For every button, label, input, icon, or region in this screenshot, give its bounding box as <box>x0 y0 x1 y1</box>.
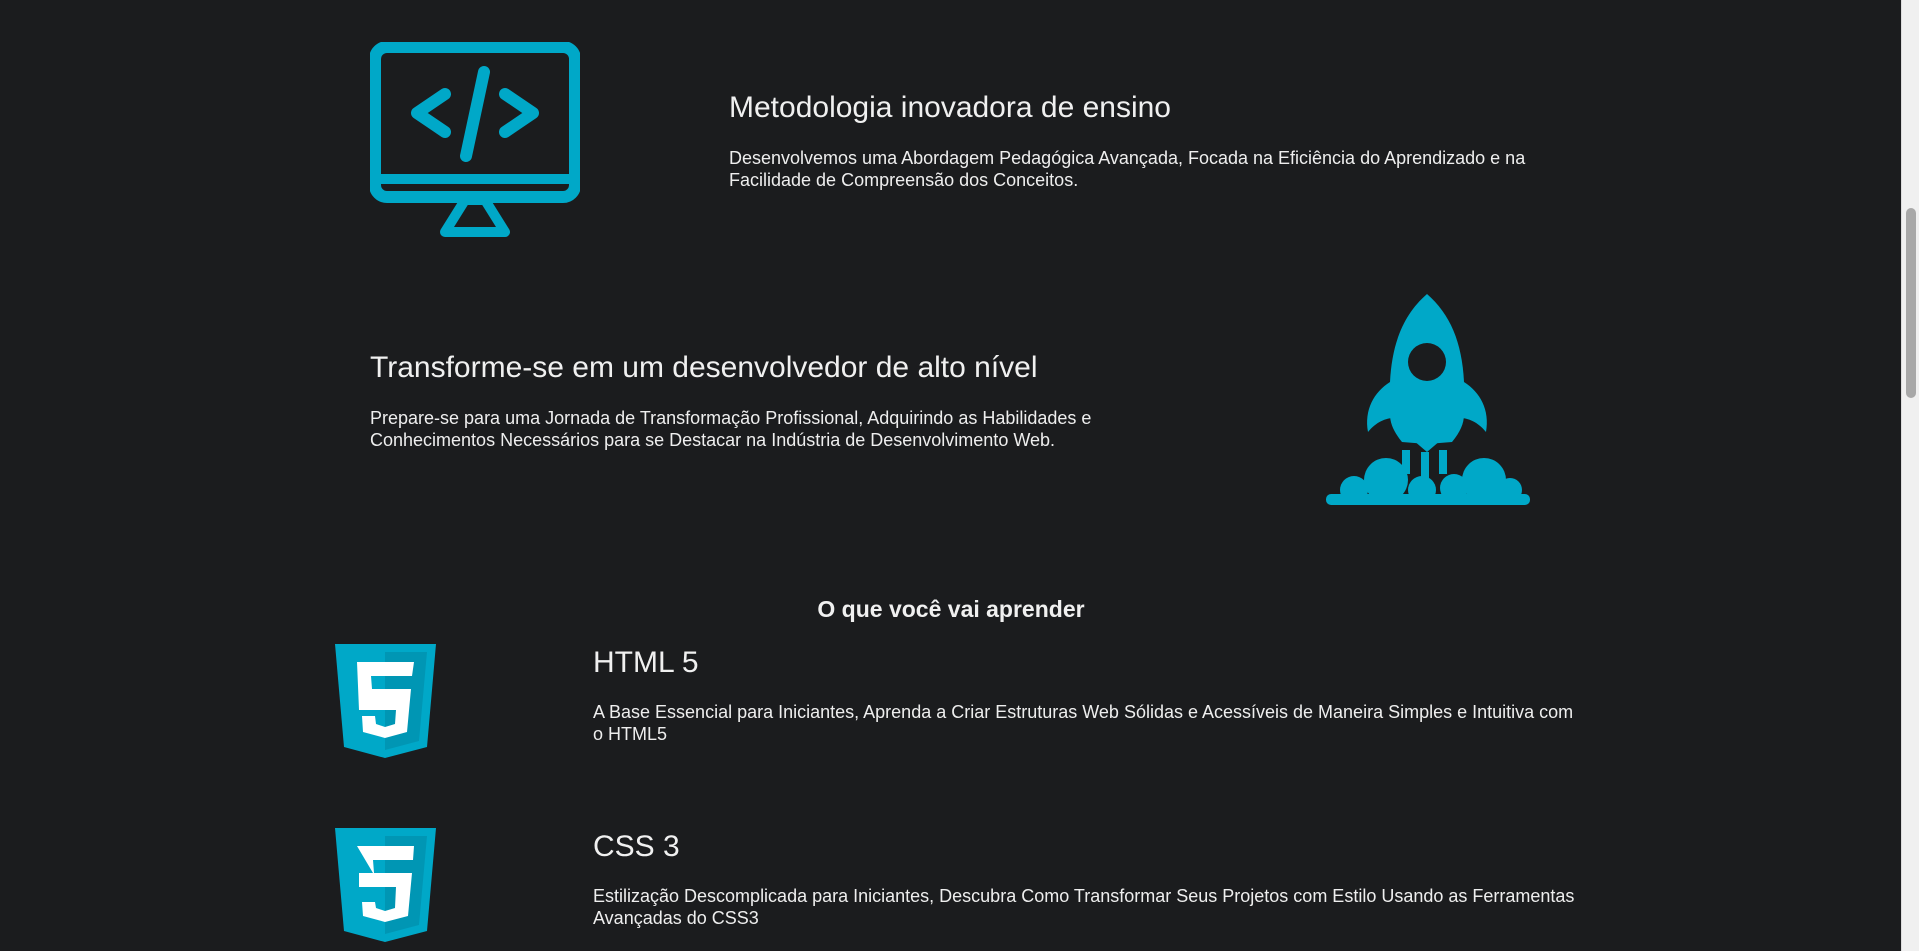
learn-item-description-css3: Estilização Descomplicada para Iniciante… <box>593 886 1575 928</box>
feature-description-methodology: Desenvolvemos uma Abordagem Pedagógica A… <box>729 148 1526 190</box>
feature-title-developer: Transforme-se em um desenvolvedor de alt… <box>370 351 1038 384</box>
learn-item-title-html5: HTML 5 <box>593 646 699 679</box>
page-scrollbar[interactable] <box>1901 0 1919 951</box>
rocket-launch-icon <box>1324 294 1530 506</box>
css3-icon <box>335 828 436 942</box>
learn-section-title: O que você vai aprender <box>817 596 1085 622</box>
feature-title-methodology: Metodologia inovadora de ensino <box>729 91 1171 124</box>
feature-description-developer: Prepare-se para uma Jornada de Transform… <box>370 408 1092 450</box>
learn-item-description-html5: A Base Essencial para Iniciantes, Aprend… <box>593 702 1574 744</box>
code-monitor-icon <box>370 42 580 239</box>
scrollbar-thumb[interactable] <box>1906 208 1916 398</box>
learn-item-title-css3: CSS 3 <box>593 830 680 863</box>
html5-icon <box>335 644 436 758</box>
